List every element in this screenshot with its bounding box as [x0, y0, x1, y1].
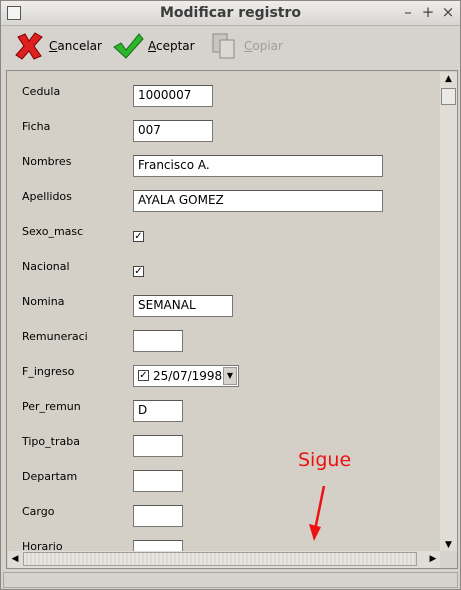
- per-remun-label: Per_remun: [22, 400, 81, 413]
- minimize-button[interactable]: –: [401, 4, 415, 20]
- remuneraci-label: Remuneraci: [22, 330, 88, 343]
- horizontal-scroll-thumb[interactable]: [23, 552, 417, 566]
- field-row-apellidos: Apellidos AYALA GOMEZ: [7, 188, 437, 218]
- cancel-label: ancelar: [57, 39, 102, 53]
- nacional-label: Nacional: [22, 260, 70, 273]
- scrollbar-corner: [440, 551, 457, 568]
- tipo-traba-label: Tipo_traba: [22, 435, 80, 448]
- departam-label: Departam: [22, 470, 78, 483]
- f-ingreso-date-picker[interactable]: ✓ 25/07/1998 ▼: [133, 365, 239, 387]
- annotation-text: Sigue: [298, 449, 352, 471]
- accept-label: ceptar: [156, 39, 195, 53]
- field-row-ficha: Ficha 007: [7, 118, 437, 148]
- field-row-sexo-masc: Sexo_masc ✓: [7, 223, 437, 253]
- ficha-label: Ficha: [22, 120, 51, 133]
- close-button[interactable]: ×: [441, 4, 455, 20]
- scroll-left-arrow-icon[interactable]: ◀: [8, 551, 22, 568]
- horizontal-scrollbar[interactable]: ◀ ▶: [8, 551, 440, 568]
- toolbar: Cancelar Aceptar Copiar: [1, 26, 460, 66]
- field-row-per-remun: Per_remun D: [7, 398, 437, 428]
- cargo-input[interactable]: [133, 505, 183, 527]
- status-bar: [3, 572, 458, 588]
- copy-icon: [212, 33, 235, 59]
- dropdown-arrow-icon[interactable]: ▼: [223, 367, 237, 385]
- field-row-nomina: Nomina SEMANAL: [7, 293, 437, 323]
- ficha-input[interactable]: 007: [133, 120, 213, 142]
- annotation-arrow-icon: [309, 486, 326, 541]
- field-row-departam: Departam: [7, 468, 437, 498]
- cancel-button[interactable]: Cancelar: [13, 31, 102, 61]
- red-x-icon: [15, 32, 43, 60]
- f-ingreso-label: F_ingreso: [22, 365, 75, 378]
- field-row-cedula: Cedula 1000007: [7, 83, 437, 113]
- cedula-label: Cedula: [22, 85, 61, 98]
- copy-label: opiar: [252, 39, 283, 53]
- copy-button[interactable]: Copiar: [210, 31, 283, 61]
- modificar-registro-window: Modificar registro – + × Cancelar Acepta…: [0, 0, 461, 590]
- cargo-label: Cargo: [22, 505, 55, 518]
- scroll-right-arrow-icon[interactable]: ▶: [426, 551, 440, 568]
- remuneraci-input[interactable]: [133, 330, 183, 352]
- title-bar[interactable]: Modificar registro – + ×: [1, 1, 460, 26]
- tipo-traba-input[interactable]: [133, 435, 183, 457]
- f-ingreso-value: 25/07/1998: [153, 369, 223, 383]
- accept-accel: A: [148, 39, 156, 53]
- sexo-masc-label: Sexo_masc: [22, 225, 84, 238]
- vertical-scrollbar[interactable]: ▲ ▼: [440, 72, 457, 552]
- window-title: Modificar registro: [159, 5, 302, 21]
- cedula-input[interactable]: 1000007: [133, 85, 213, 107]
- record-form-panel: Cedula 1000007 Ficha 007 Nombres Francis…: [6, 70, 458, 569]
- nomina-label: Nomina: [22, 295, 65, 308]
- field-row-nombres: Nombres Francisco A.: [7, 153, 437, 183]
- field-row-cargo: Cargo: [7, 503, 437, 533]
- field-row-tipo-traba: Tipo_traba: [7, 433, 437, 463]
- nomina-input[interactable]: SEMANAL: [133, 295, 233, 317]
- nacional-checkbox[interactable]: ✓: [133, 266, 144, 277]
- accept-button[interactable]: Aceptar: [112, 31, 195, 61]
- maximize-button[interactable]: +: [421, 4, 435, 20]
- scroll-down-arrow-icon[interactable]: ▼: [440, 538, 457, 552]
- sexo-masc-checkbox[interactable]: ✓: [133, 231, 144, 242]
- f-ingreso-checkbox[interactable]: ✓: [138, 370, 149, 381]
- vertical-scroll-thumb[interactable]: [441, 88, 456, 105]
- nombres-label: Nombres: [22, 155, 72, 168]
- departam-input[interactable]: [133, 470, 183, 492]
- per-remun-input[interactable]: D: [133, 400, 183, 422]
- green-check-icon: [113, 33, 144, 59]
- scroll-up-arrow-icon[interactable]: ▲: [440, 72, 457, 86]
- nombres-input[interactable]: Francisco A.: [133, 155, 383, 177]
- apellidos-input[interactable]: AYALA GOMEZ: [133, 190, 383, 212]
- field-row-nacional: Nacional ✓: [7, 258, 437, 288]
- apellidos-label: Apellidos: [22, 190, 72, 203]
- field-row-f-ingreso: F_ingreso ✓ 25/07/1998 ▼: [7, 363, 437, 393]
- field-row-remuneraci: Remuneraci: [7, 328, 437, 358]
